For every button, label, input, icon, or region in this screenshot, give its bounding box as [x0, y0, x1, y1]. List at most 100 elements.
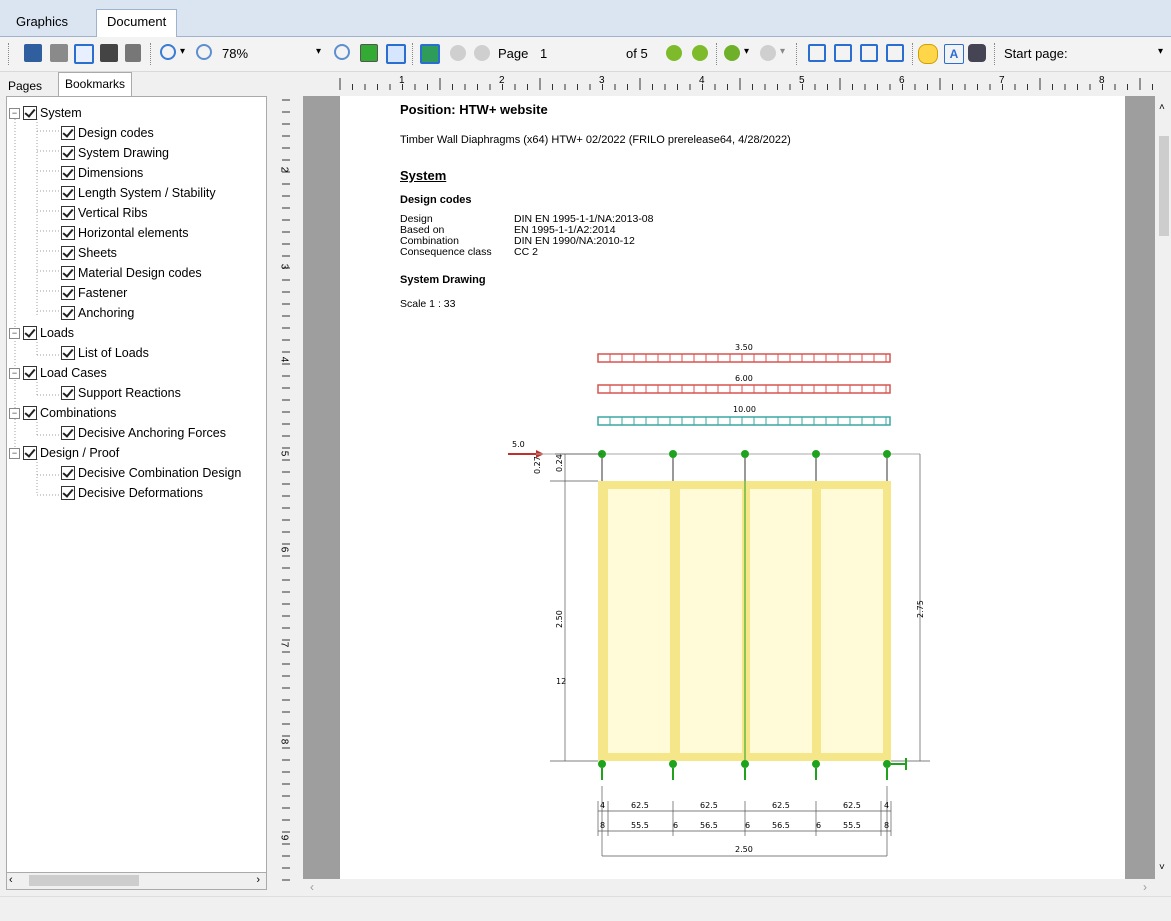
dim-label: 62.5 — [843, 801, 861, 810]
find-icon[interactable] — [968, 44, 986, 62]
fit-page-icon[interactable] — [360, 44, 378, 62]
scroll-right-icon[interactable]: › — [1143, 880, 1147, 894]
export-icon[interactable] — [100, 44, 118, 62]
print-icon[interactable] — [50, 44, 68, 62]
layout-continuous-icon[interactable] — [834, 44, 852, 62]
tree-item-label: Loads — [40, 326, 75, 340]
tab-document[interactable]: Document — [96, 9, 178, 37]
zoom-in-icon[interactable] — [160, 44, 176, 60]
layout-single-icon[interactable] — [808, 44, 826, 62]
tree-item-system-drawing[interactable]: System Drawing — [61, 143, 169, 163]
tab-graphics[interactable]: Graphics — [6, 10, 78, 34]
tree-item-anchoring[interactable]: Anchoring — [61, 303, 134, 323]
scroll-up-icon[interactable]: ˄ — [1159, 102, 1165, 113]
zoom-plus-icon[interactable] — [334, 44, 350, 60]
collapse-icon[interactable]: − — [9, 408, 20, 420]
checkbox[interactable] — [61, 185, 75, 200]
checkbox[interactable] — [61, 385, 75, 400]
checkbox[interactable] — [61, 465, 75, 480]
checkbox[interactable] — [23, 325, 37, 340]
tree-item-length-system[interactable]: Length System / Stability — [61, 183, 216, 203]
last-page-icon[interactable] — [692, 45, 708, 61]
checkbox[interactable] — [61, 265, 75, 280]
toolbar-overflow-icon[interactable]: ▾ — [1158, 46, 1163, 57]
dim-label: 6 — [816, 821, 821, 830]
scroll-down-icon[interactable]: ˅ — [1159, 862, 1165, 873]
tree-item-dimensions[interactable]: Dimensions — [61, 163, 143, 183]
tree-item-material-design-codes[interactable]: Material Design codes — [61, 263, 202, 283]
tree-item-sheets[interactable]: Sheets — [61, 243, 117, 263]
tree-horizontal-scrollbar[interactable]: ‹ › — [6, 872, 267, 890]
load-bar-3 — [597, 416, 891, 426]
scroll-left-icon[interactable]: ‹ — [310, 880, 314, 894]
tree-item-combinations[interactable]: − Combinations — [9, 403, 116, 423]
checkbox[interactable] — [23, 365, 37, 380]
tree-item-system[interactable]: − System — [9, 103, 82, 123]
collapse-icon[interactable]: − — [9, 448, 20, 460]
tree-item-load-cases[interactable]: − Load Cases — [9, 363, 107, 383]
text-select-icon[interactable]: A — [944, 44, 964, 64]
page-number-input[interactable]: 1 — [540, 46, 547, 61]
checkbox[interactable] — [61, 345, 75, 360]
ruler-label: 4 — [278, 356, 290, 363]
zoom-in-dropdown-icon[interactable]: ▾ — [180, 46, 185, 57]
scrollbar-thumb[interactable] — [29, 875, 139, 886]
scroll-right-icon[interactable]: › — [256, 874, 260, 886]
layout-facing-icon[interactable] — [860, 44, 878, 62]
checkbox[interactable] — [23, 405, 37, 420]
dim-label: 56.5 — [700, 821, 718, 830]
back-dropdown-icon[interactable]: ▾ — [744, 46, 749, 57]
fit-width-icon[interactable] — [386, 44, 406, 64]
checkbox[interactable] — [61, 245, 75, 260]
tree-item-vertical-ribs[interactable]: Vertical Ribs — [61, 203, 147, 223]
checkbox[interactable] — [61, 285, 75, 300]
checkbox[interactable] — [61, 165, 75, 180]
document-horizontal-scrollbar[interactable]: ‹ › — [300, 879, 1157, 896]
checkbox[interactable] — [61, 485, 75, 500]
previous-page-icon[interactable] — [474, 45, 490, 61]
tree-item-support-reactions[interactable]: Support Reactions — [61, 383, 181, 403]
tree-item-decisive-anchoring[interactable]: Decisive Anchoring Forces — [61, 423, 226, 443]
hand-tool-icon[interactable] — [918, 44, 938, 64]
collapse-icon[interactable]: − — [9, 368, 20, 380]
checkbox[interactable] — [61, 225, 75, 240]
checkbox[interactable] — [61, 305, 75, 320]
checkbox[interactable] — [23, 105, 37, 120]
wall-panel — [821, 489, 883, 753]
save-icon[interactable] — [24, 44, 42, 62]
checkbox[interactable] — [61, 145, 75, 160]
single-page-icon[interactable] — [420, 44, 440, 64]
checkbox[interactable] — [61, 205, 75, 220]
dim-label: 2.75 — [916, 600, 925, 618]
folder-icon[interactable] — [125, 44, 141, 62]
forward-icon[interactable] — [760, 45, 776, 61]
back-icon[interactable] — [724, 45, 740, 61]
tree-item-design-proof[interactable]: − Design / Proof — [9, 443, 119, 463]
forward-dropdown-icon[interactable]: ▾ — [780, 46, 785, 57]
tree-item-horizontal-elements[interactable]: Horizontal elements — [61, 223, 188, 243]
tree-item-loads[interactable]: − Loads — [9, 323, 74, 343]
toolbar-grip — [8, 43, 9, 65]
document-vertical-scrollbar[interactable]: ˄ ˅ — [1157, 96, 1171, 879]
scroll-left-icon[interactable]: ‹ — [9, 874, 13, 886]
first-page-icon[interactable] — [450, 45, 466, 61]
checkbox[interactable] — [61, 125, 75, 140]
tree-item-decisive-deformations[interactable]: Decisive Deformations — [61, 483, 203, 503]
zoom-value[interactable]: 78% — [222, 46, 248, 61]
tree-item-fastener[interactable]: Fastener — [61, 283, 127, 303]
zoom-dropdown-icon[interactable]: ▾ — [316, 46, 321, 57]
layout-grid-icon[interactable] — [886, 44, 904, 62]
scrollbar-thumb[interactable] — [1159, 136, 1169, 236]
tab-bookmarks[interactable]: Bookmarks — [58, 72, 133, 97]
collapse-icon[interactable]: − — [9, 108, 20, 120]
next-page-icon[interactable] — [666, 45, 682, 61]
tree-item-decisive-combination[interactable]: Decisive Combination Design — [61, 463, 241, 483]
zoom-out-icon[interactable] — [196, 44, 212, 60]
page-view-icon[interactable] — [74, 44, 94, 64]
checkbox[interactable] — [61, 425, 75, 440]
tree-item-list-of-loads[interactable]: List of Loads — [61, 343, 149, 363]
collapse-icon[interactable]: − — [9, 328, 20, 340]
checkbox[interactable] — [23, 445, 37, 460]
tree-item-design-codes[interactable]: Design codes — [61, 123, 154, 143]
tab-pages[interactable]: Pages — [2, 75, 48, 97]
